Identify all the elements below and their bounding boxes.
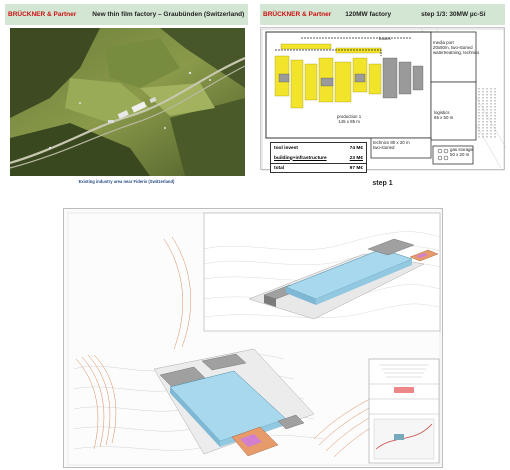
render-inset-upper xyxy=(203,212,441,332)
cost-label: total xyxy=(274,166,285,171)
slide-floor-plan: BRÜCKNER & Partner 120MW factory step 1/… xyxy=(260,4,506,192)
step-label: step 1 xyxy=(372,180,393,187)
logistics-label: logistics 65 x 50 m xyxy=(434,110,453,120)
brand-label: BRÜCKNER & Partner xyxy=(8,11,77,18)
logistics-size: 65 x 50 m xyxy=(434,115,454,121)
brand-label: BRÜCKNER & Partner xyxy=(263,11,332,18)
gas-size: 50 x 20 m xyxy=(450,152,470,158)
media-note: watertreatning, technics xyxy=(433,50,480,56)
boxes-label: boxes xyxy=(379,36,391,41)
floor-plan: production 1 145 x 85 m technics 80 x 20… xyxy=(260,27,506,173)
slide-aerial-photo: BRÜCKNER & Partner New thin film factory… xyxy=(5,4,248,192)
slide-header: BRÜCKNER & Partner New thin film factory… xyxy=(5,4,248,25)
technics-note: two-storied xyxy=(373,145,395,151)
cost-table: tool invest 74 M€ building+infrastructur… xyxy=(270,142,367,173)
technics-label: technics 80 x 20 m two-storied xyxy=(373,140,410,150)
cost-row-total: total 97 M€ xyxy=(271,163,366,173)
slide-title: 120MW factory xyxy=(345,11,392,18)
gas-label: gas storage 50 x 20 m xyxy=(450,147,473,157)
aerial-photo xyxy=(10,28,245,176)
photo-caption: Existing industry area near Fideris (Swi… xyxy=(78,179,175,184)
cost-value: 97 M€ xyxy=(349,166,363,171)
cost-row: building+infrastructure 23 M€ xyxy=(271,153,366,163)
cost-value: 74 M€ xyxy=(349,145,363,151)
production-size: 145 x 85 m xyxy=(338,119,360,125)
site-3d-render xyxy=(63,208,443,468)
media-label: media port 20x50m, two-storied watertrea… xyxy=(433,40,479,56)
cost-label: building+infrastructure xyxy=(274,155,327,161)
drawing-title-block xyxy=(368,358,440,464)
slide-subtitle: step 1/3: 30MW µc-Si xyxy=(421,11,486,18)
cost-label: tool invest xyxy=(274,145,298,151)
cost-row: tool invest 74 M€ xyxy=(271,143,366,153)
slide-title: New thin film factory – Graubünden (Swit… xyxy=(92,11,245,18)
cost-value: 23 M€ xyxy=(349,155,363,161)
production-label: production 1 145 x 85 m xyxy=(337,114,361,124)
slide-header: BRÜCKNER & Partner 120MW factory step 1/… xyxy=(260,4,505,25)
